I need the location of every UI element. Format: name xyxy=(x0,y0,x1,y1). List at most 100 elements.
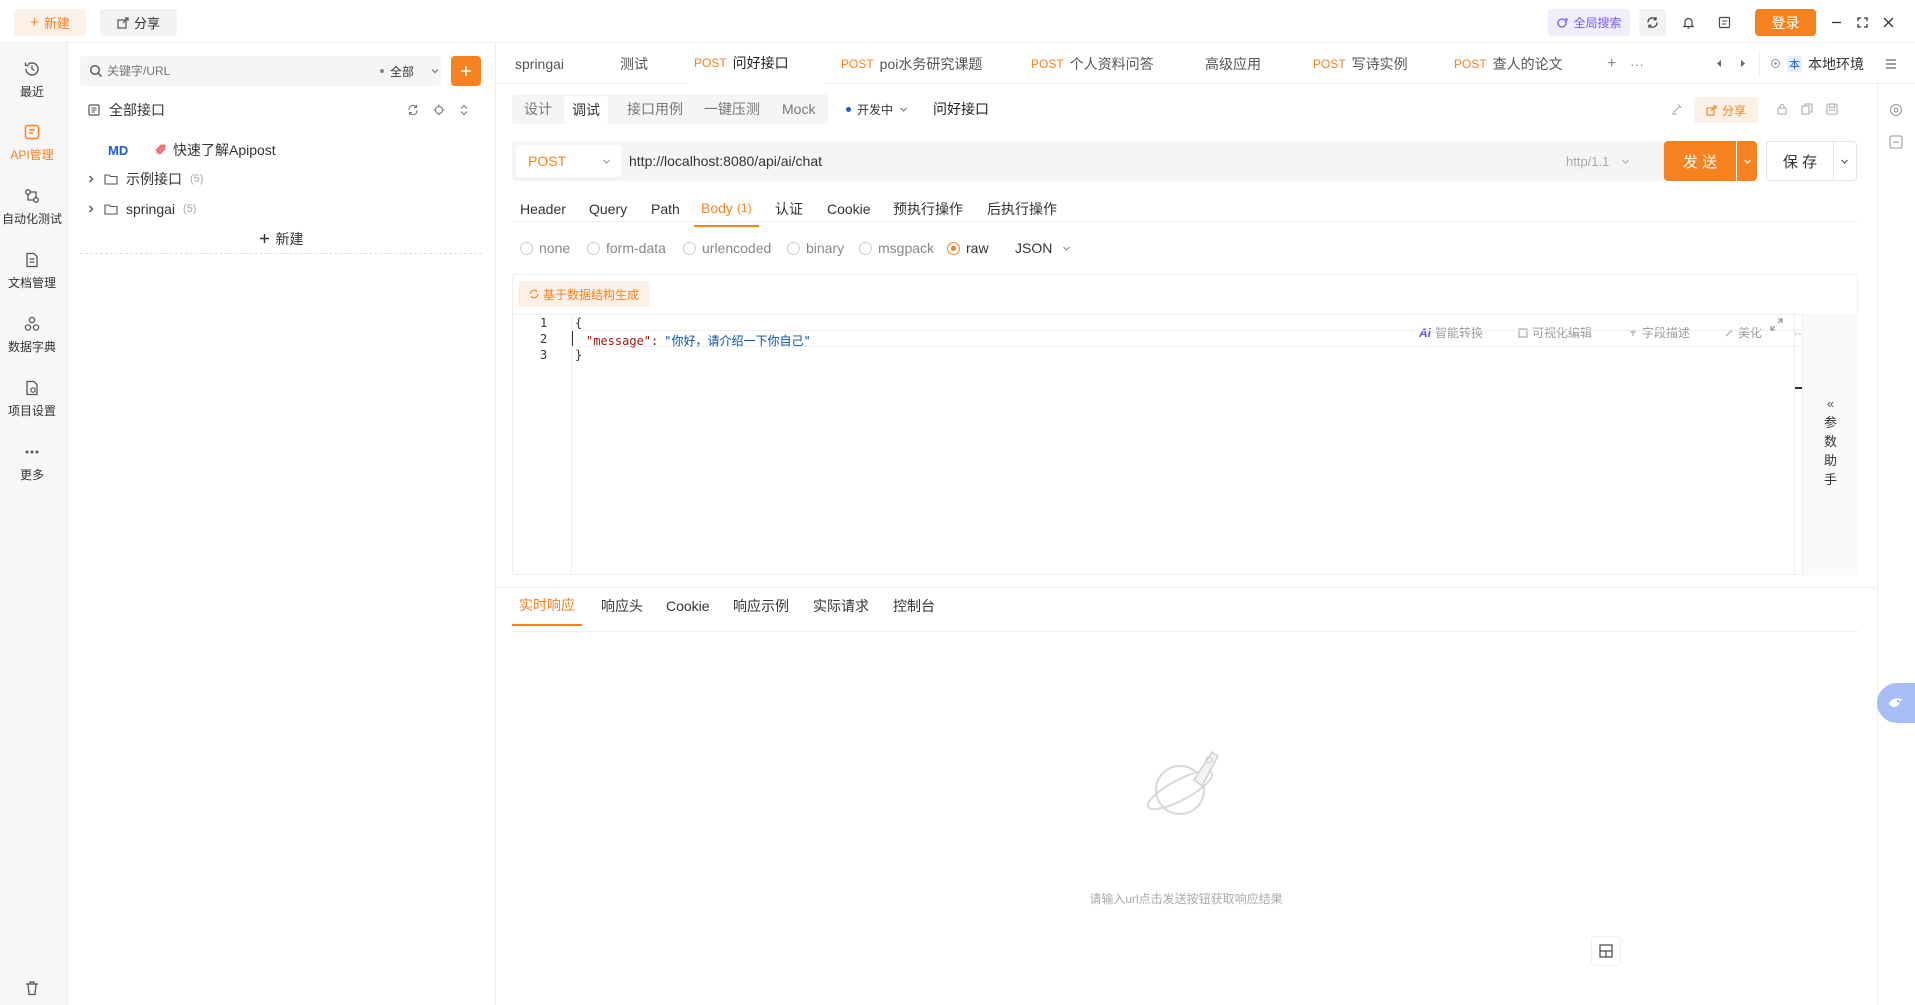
share-api-button[interactable]: 分享 xyxy=(1694,97,1758,123)
folder-count: (5) xyxy=(183,203,197,215)
save-button[interactable]: 保 存 xyxy=(1766,141,1834,181)
reqtab-query[interactable]: Query xyxy=(589,191,627,227)
reqtab-path[interactable]: Path xyxy=(651,191,680,227)
reqtab-body[interactable]: Body (1) xyxy=(694,191,759,227)
quick-doc-item[interactable]: MD 快速了解Apipost xyxy=(108,138,468,162)
message-button[interactable] xyxy=(1711,9,1738,36)
tree-root[interactable]: 全部接口 xyxy=(88,98,478,122)
copy-icon[interactable] xyxy=(1801,103,1813,115)
generate-button[interactable]: 基于数据结构生成 xyxy=(518,281,650,307)
layout-toggle-button[interactable] xyxy=(1591,936,1621,966)
notification-button[interactable] xyxy=(1675,9,1702,36)
tab-profile-qa[interactable]: POST 个人资料问答 xyxy=(1031,43,1154,84)
add-tab-button[interactable]: + xyxy=(1607,43,1616,84)
method-select[interactable]: POST xyxy=(516,145,621,177)
api-name-field[interactable]: 问好接口 xyxy=(933,95,989,123)
body-mode-form-data[interactable]: form-data xyxy=(587,238,666,258)
locate-icon[interactable] xyxy=(433,104,445,116)
code-line-3[interactable]: } xyxy=(575,348,582,362)
trash-button[interactable] xyxy=(24,980,40,996)
tab-test[interactable]: 测试 xyxy=(620,43,648,84)
resptab-console[interactable]: 控制台 xyxy=(893,586,935,626)
status-select[interactable]: 开发中 xyxy=(846,95,908,123)
body-mode-urlencoded[interactable]: urlencoded xyxy=(683,238,771,258)
sync-button[interactable] xyxy=(1639,9,1666,36)
tab-paper[interactable]: POST 查人的论文 xyxy=(1454,43,1563,84)
tab-hello-api[interactable]: POST 问好接口 xyxy=(686,43,826,84)
body-mode-none[interactable]: none xyxy=(520,238,570,258)
body-mode-raw[interactable]: raw xyxy=(947,238,989,258)
save-copy-icon[interactable] xyxy=(1826,103,1838,115)
subtab-label: 接口用例 xyxy=(627,101,683,117)
subtab-mock[interactable]: Mock xyxy=(782,95,815,123)
resptab-example[interactable]: 响应示例 xyxy=(733,586,789,626)
code-line-2[interactable]: "message": "你好，请介绍一下你自己" xyxy=(586,332,811,349)
code-icon[interactable] xyxy=(1889,135,1903,149)
assistant-float-button[interactable] xyxy=(1877,683,1915,723)
nav-automation-test[interactable]: 自动化测试 xyxy=(0,179,64,235)
global-search-button[interactable]: 全局搜索 xyxy=(1548,9,1630,36)
editor-scrollbar[interactable] xyxy=(1794,314,1802,575)
tab-prev-icon[interactable] xyxy=(1715,59,1724,68)
minimize-button[interactable] xyxy=(1826,9,1846,36)
status-label: 开发中 xyxy=(857,102,894,117)
scroll-thumb[interactable] xyxy=(1795,387,1802,389)
nav-data-dictionary[interactable]: 数据字典 xyxy=(0,307,64,363)
reqtab-pre-script[interactable]: 预执行操作 xyxy=(893,191,963,227)
resptab-cookie[interactable]: Cookie xyxy=(666,586,710,626)
tab-poem[interactable]: POST 写诗实例 xyxy=(1313,43,1408,84)
settings-icon[interactable] xyxy=(1889,103,1903,117)
collapse-icon[interactable] xyxy=(458,104,470,116)
subtab-debug[interactable]: 调试 xyxy=(564,96,608,124)
expand-icon[interactable] xyxy=(1770,318,1783,331)
reqtab-post-script[interactable]: 后执行操作 xyxy=(987,191,1057,227)
menu-icon[interactable] xyxy=(1885,58,1897,70)
send-options-button[interactable] xyxy=(1737,141,1757,181)
save-options-button[interactable] xyxy=(1833,141,1857,181)
nav-recent[interactable]: 最近 xyxy=(0,52,64,108)
new-button[interactable]: + 新建 xyxy=(14,9,86,36)
reqtab-header[interactable]: Header xyxy=(520,191,566,227)
body-format-select[interactable]: JSON xyxy=(1015,238,1071,258)
tree-new-button[interactable]: 新建 xyxy=(80,224,482,254)
body-mode-msgpack[interactable]: msgpack xyxy=(859,238,934,258)
resptab-actual-request[interactable]: 实际请求 xyxy=(813,586,869,626)
reqtab-cookie[interactable]: Cookie xyxy=(827,191,871,227)
share-button[interactable]: 分享 xyxy=(100,9,177,36)
subtab-cases[interactable]: 接口用例 xyxy=(627,95,683,123)
nav-api-management[interactable]: API管理 xyxy=(0,115,64,171)
tab-more-button[interactable]: ··· xyxy=(1630,43,1644,84)
tree-folder[interactable]: 示例接口 (5) xyxy=(86,166,466,192)
search-input[interactable] xyxy=(107,60,327,82)
refresh-icon[interactable] xyxy=(407,104,419,116)
protocol-select[interactable]: http/1.1 xyxy=(1566,145,1656,177)
nav-automation-label: 自动化测试 xyxy=(1,212,62,226)
reqtab-auth[interactable]: 认证 xyxy=(775,191,803,227)
nav-document-management[interactable]: 文档管理 xyxy=(0,243,64,299)
tab-advanced[interactable]: 高级应用 xyxy=(1205,43,1261,84)
lock-icon[interactable] xyxy=(1776,103,1788,115)
maximize-button[interactable] xyxy=(1852,9,1872,36)
tab-poi-research[interactable]: POST poi水务研究课题 xyxy=(841,43,982,84)
add-button[interactable] xyxy=(451,56,481,86)
subtab-stress-test[interactable]: 一键压测 xyxy=(704,95,760,123)
param-helper-panel[interactable]: « 参 数 助 手 xyxy=(1802,314,1858,575)
tab-springai[interactable]: springai xyxy=(515,43,564,84)
resptab-realtime[interactable]: 实时响应 xyxy=(512,586,582,626)
send-button[interactable]: 发 送 xyxy=(1664,141,1736,181)
code-line-1[interactable]: { xyxy=(575,316,582,330)
login-button[interactable]: 登录 xyxy=(1755,9,1816,36)
close-button[interactable] xyxy=(1878,9,1898,36)
edit-icon[interactable] xyxy=(1671,103,1683,115)
search-box[interactable]: 全部 xyxy=(80,56,441,86)
tab-next-icon[interactable] xyxy=(1738,59,1747,68)
subtab-design[interactable]: 设计 xyxy=(524,95,552,123)
url-input[interactable] xyxy=(629,145,1429,177)
nav-more[interactable]: 更多 xyxy=(0,435,64,491)
resptab-headers[interactable]: 响应头 xyxy=(601,586,643,626)
environment-select[interactable]: 本 本地环境 xyxy=(1759,50,1867,77)
body-mode-binary[interactable]: binary xyxy=(787,238,844,258)
filter-select[interactable]: 全部 xyxy=(380,56,440,86)
tree-folder[interactable]: springai (5) xyxy=(86,196,466,222)
nav-project-settings[interactable]: 项目设置 xyxy=(0,371,64,427)
